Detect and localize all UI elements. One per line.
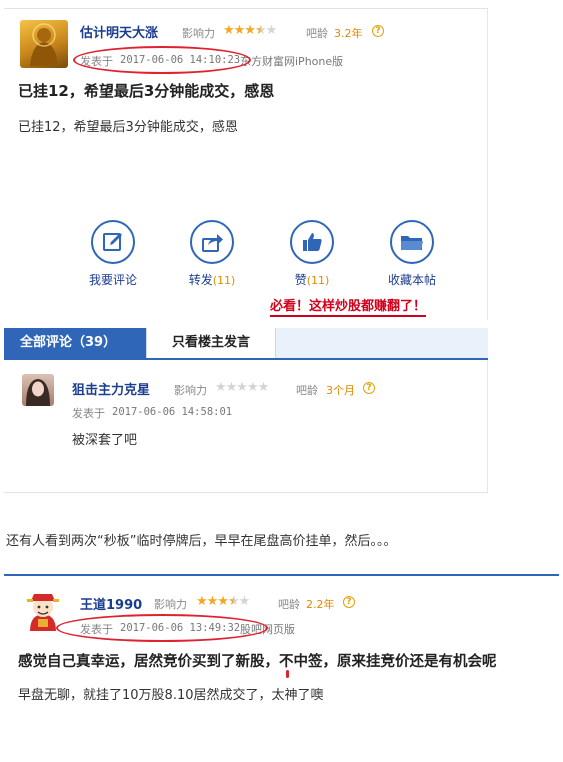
comment-tabs: 全部评论（39） 只看楼主发言 xyxy=(4,328,488,360)
help-icon[interactable]: ? xyxy=(343,596,355,608)
username[interactable]: 估计明天大涨 xyxy=(80,22,158,41)
post-body: 已挂12，希望最后3分钟能成交，感恩 xyxy=(18,120,238,135)
age-value: 3.2年 xyxy=(334,27,363,40)
comment-body: 被深套了吧 xyxy=(72,433,138,448)
help-icon[interactable]: ? xyxy=(363,382,375,394)
like-button[interactable]: 赞(11) xyxy=(277,220,347,288)
share-icon xyxy=(202,234,223,252)
favorite-label: 收藏本帖 xyxy=(387,273,436,287)
like-count: (11) xyxy=(306,274,330,287)
red-mark xyxy=(286,670,289,678)
influence-stars: ★★★★★ xyxy=(223,23,277,38)
promo-link[interactable]: 必看！这样炒股都赚翻了！ xyxy=(270,299,427,317)
influence-label: 影响力 xyxy=(174,384,207,397)
influence-stars: ★★★★★ xyxy=(196,594,250,609)
help-icon[interactable]: ? xyxy=(372,25,384,37)
username[interactable]: 狙击主力克星 xyxy=(72,379,150,398)
top-divider xyxy=(4,8,488,9)
posted-prefix: 发表于 xyxy=(72,407,105,420)
folder-icon xyxy=(401,236,423,250)
share-count: (11) xyxy=(212,274,236,287)
tab-owner-only[interactable]: 只看楼主发言 xyxy=(146,328,276,358)
narration-text: 还有人看到两次“秒板”临时停牌后，早早在尾盘高价挂单，然后。。。 xyxy=(6,534,397,549)
age-value: 2.2年 xyxy=(306,598,335,611)
edit-icon xyxy=(103,233,122,251)
influence-label: 影响力 xyxy=(182,27,215,40)
share-label: 转发 xyxy=(188,273,213,287)
age-label: 吧龄 xyxy=(306,27,328,40)
avatar[interactable] xyxy=(20,20,68,68)
username[interactable]: 王道1990 xyxy=(80,594,142,613)
post-title: 已挂12，希望最后3分钟能成交，感恩 xyxy=(18,82,275,100)
like-label: 赞 xyxy=(294,273,307,287)
posted-time: 2017-06-06 14:58:01 xyxy=(112,406,233,418)
tab-all-comments[interactable]: 全部评论（39） xyxy=(4,328,146,358)
red-annotation-circle xyxy=(56,614,268,642)
comment-divider xyxy=(4,492,488,493)
post-title: 感觉自己真幸运，居然竞价买到了新股，不中签，原来挂竞价还是有机会呢 xyxy=(18,654,497,670)
comment-label: 我要评论 xyxy=(88,273,137,287)
red-annotation-circle xyxy=(73,46,251,74)
post-body: 早盘无聊，就挂了10万股8.10居然成交了，太神了噢 xyxy=(18,688,324,703)
age-value: 3个月 xyxy=(326,384,355,397)
post-source[interactable]: 东方财富网iPhone版 xyxy=(240,53,343,69)
buddha-avatar-icon xyxy=(30,23,58,66)
thumbs-up-icon xyxy=(303,233,322,251)
age-label: 吧龄 xyxy=(296,384,318,397)
avatar[interactable] xyxy=(22,374,54,406)
age-label: 吧龄 xyxy=(278,598,300,611)
influence-label: 影响力 xyxy=(154,598,187,611)
favorite-button[interactable]: 收藏本帖 xyxy=(377,220,447,288)
user-photo-icon xyxy=(26,379,50,406)
share-button[interactable]: 转发(11) xyxy=(177,220,247,288)
comment-button[interactable]: 我要评论 xyxy=(78,220,148,288)
influence-stars: ★★★★★ xyxy=(215,380,269,395)
post-top-border xyxy=(4,574,559,576)
